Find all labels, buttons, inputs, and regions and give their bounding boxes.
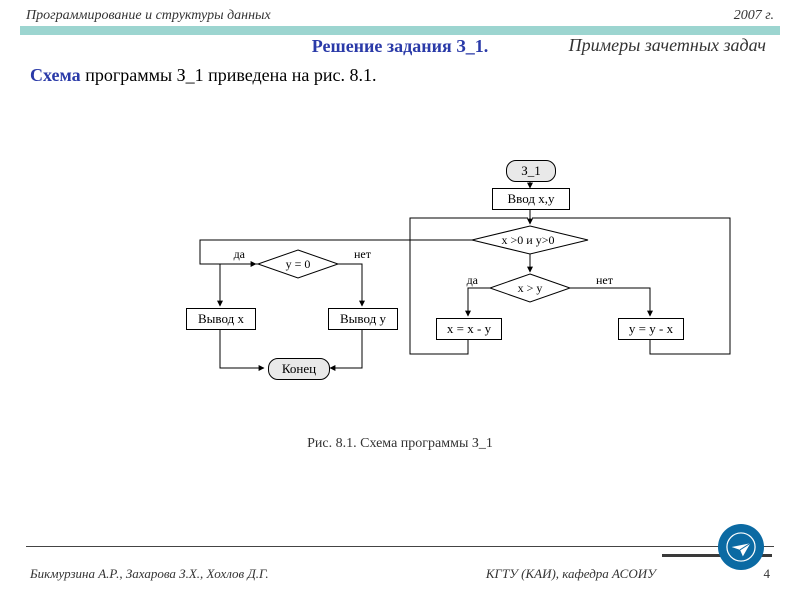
label-no-2: нет	[596, 273, 614, 287]
node-assign-x: x = x - y	[436, 318, 502, 340]
label-no-1: нет	[354, 247, 372, 261]
node-out-y: Вывод y	[328, 308, 398, 330]
accent-bar	[20, 26, 780, 35]
node-assign-y: y = y - x	[618, 318, 684, 340]
node-end: Конец	[268, 358, 330, 380]
node-input: Ввод x,y	[492, 188, 570, 210]
cond-yzero-text: y = 0	[286, 257, 311, 271]
task-sentence: Cхема программы З_1 приведена на рис. 8.…	[30, 65, 780, 86]
footer-rules	[20, 536, 780, 560]
paper-plane-icon	[718, 524, 764, 570]
label-yes-1: да	[234, 247, 246, 261]
task-sentence-em: Cхема	[30, 65, 81, 85]
cond-xgty-text: x > y	[518, 281, 543, 295]
figure-caption: Рис. 8.1. Схема программы З_1	[20, 436, 780, 452]
cond-main-text: x >0 и y>0	[502, 233, 555, 247]
header-year: 2007 г.	[734, 8, 774, 24]
footer-authors: Бикмурзина А.Р., Захарова З.Х., Хохлов Д…	[30, 566, 412, 582]
label-yes-2: да	[467, 273, 479, 287]
flowchart: x >0 и y>0 y = 0 x > y да нет да нет З_1…	[40, 138, 760, 458]
node-out-x: Вывод x	[186, 308, 256, 330]
header-subject: Программирование и структуры данных	[26, 8, 271, 24]
footer-university: КГТУ (КАИ), кафедра АСОИУ	[412, 566, 730, 582]
task-sentence-rest: программы З_1 приведена на рис. 8.1.	[81, 65, 377, 85]
footer-page-number: 4	[730, 566, 770, 582]
node-start: З_1	[506, 160, 556, 182]
